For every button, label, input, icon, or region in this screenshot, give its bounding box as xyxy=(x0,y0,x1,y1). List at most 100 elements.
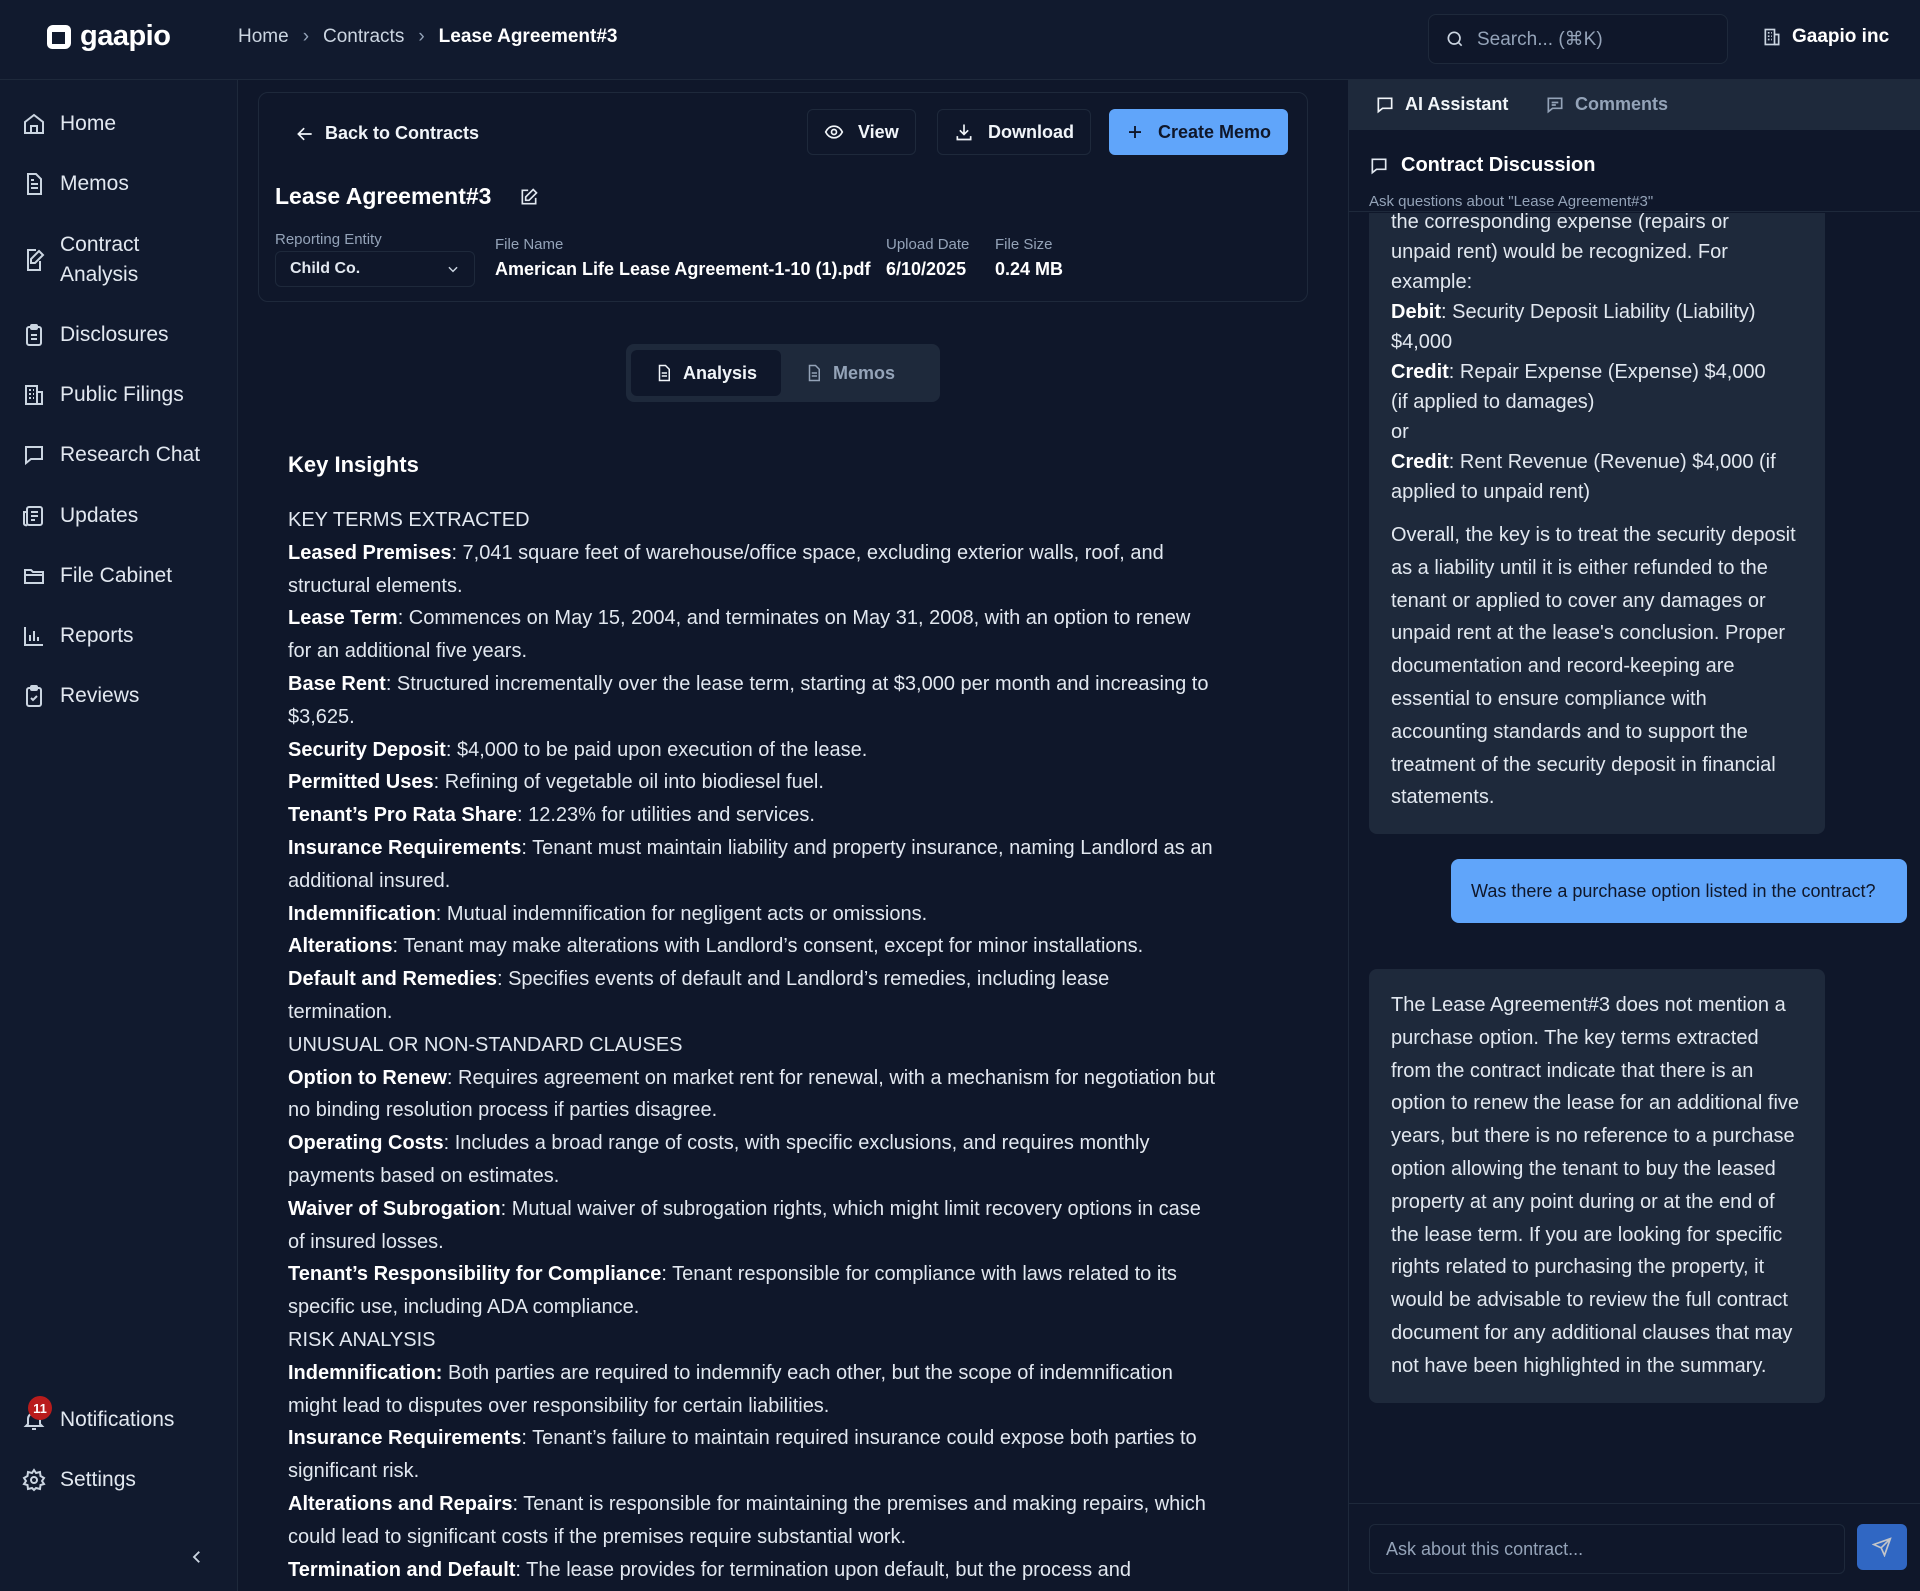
newspaper-icon xyxy=(23,506,43,527)
insight-text: : Mutual waiver of subrogation rights, w… xyxy=(500,1197,1201,1220)
assistant-message: The Lease Agreement#3 does not mention a… xyxy=(1369,969,1825,1403)
insight-line: RISK ANALYSIS xyxy=(288,1324,1288,1357)
insight-line: Option to Renew: Requires agreement on m… xyxy=(288,1062,1288,1095)
insight-text: could lead to significant costs if the p… xyxy=(288,1525,907,1548)
insight-text: : Tenant must maintain liability and pro… xyxy=(521,836,1213,859)
sidebar-item-memos[interactable]: Memos xyxy=(22,172,129,196)
tab-memos-label: Memos xyxy=(833,362,896,383)
insight-term: Lease Term xyxy=(288,607,398,630)
sidebar-item-label: Research Chat xyxy=(60,443,201,466)
insight-term: Waiver of Subrogation xyxy=(288,1197,501,1220)
document-title: Lease Agreement#3 xyxy=(275,183,539,210)
insight-text: termination. xyxy=(288,1000,393,1023)
message-line: or xyxy=(1391,421,1409,443)
insight-term: Tenant’s Responsibility for Compliance xyxy=(288,1263,662,1286)
send-icon xyxy=(1872,1537,1892,1557)
discussion-title: Contract Discussion xyxy=(1369,154,1595,177)
chat-input[interactable] xyxy=(1369,1524,1845,1574)
content-tabs: Analysis Memos xyxy=(626,344,940,402)
insight-line: Alterations: Tenant may make alterations… xyxy=(288,930,1288,963)
chevron-right-icon: › xyxy=(302,26,310,47)
insight-term: Permitted Uses xyxy=(288,771,434,794)
sidebar-item-disclosures[interactable]: Disclosures xyxy=(22,323,169,347)
tab-comments[interactable]: Comments xyxy=(1545,94,1668,115)
breadcrumb-contracts[interactable]: Contracts xyxy=(323,26,404,48)
chat-icon xyxy=(1377,97,1393,113)
insight-line: Leased Premises: 7,041 square feet of wa… xyxy=(288,537,1288,570)
tab-analysis[interactable]: Analysis xyxy=(631,350,782,396)
search-box[interactable]: Search... (⌘K) xyxy=(1428,14,1728,64)
breadcrumb-home[interactable]: Home xyxy=(238,26,289,48)
insight-term: Leased Premises xyxy=(288,541,452,564)
view-label: View xyxy=(858,121,899,142)
notification-count-badge: 11 xyxy=(28,1396,52,1420)
edit-icon[interactable] xyxy=(519,187,539,207)
insight-line: Waiver of Subrogation: Mutual waiver of … xyxy=(288,1193,1288,1226)
sidebar-item-public-filings[interactable]: Public Filings xyxy=(22,383,184,407)
debit-label: Debit xyxy=(1391,301,1441,323)
download-button[interactable]: Download xyxy=(937,109,1091,155)
insight-term: Alterations xyxy=(288,935,393,958)
send-button[interactable] xyxy=(1857,1524,1907,1570)
sidebar-item-contract-analysis[interactable]: Contract Analysis xyxy=(22,230,139,290)
search-placeholder: Search... (⌘K) xyxy=(1477,28,1603,50)
building-icon xyxy=(1764,28,1780,46)
insight-text: : Structured incrementally over the leas… xyxy=(385,672,1209,695)
sidebar-item-notifications[interactable]: 11 Notifications xyxy=(22,1396,174,1432)
search-icon xyxy=(1447,31,1463,47)
reporting-entity-select[interactable]: Child Co. xyxy=(275,251,475,287)
collapse-sidebar-button[interactable] xyxy=(188,1548,206,1566)
insight-term: Termination and Default xyxy=(288,1558,516,1581)
insight-term: Base Rent xyxy=(288,672,386,695)
top-bar: gaapio Home › Contracts › Lease Agreemen… xyxy=(0,0,1920,80)
insight-text: : Commences on May 15, 2004, and termina… xyxy=(397,607,1191,630)
sidebar-item-home[interactable]: Home xyxy=(22,112,116,136)
assistant-message: the corresponding expense (repairs or un… xyxy=(1369,213,1825,835)
chat-messages[interactable]: the corresponding expense (repairs or un… xyxy=(1349,213,1920,1503)
insight-line: specific use, including ADA compliance. xyxy=(288,1291,1288,1324)
sidebar-item-reports[interactable]: Reports xyxy=(22,624,134,648)
back-to-contracts-link[interactable]: Back to Contracts xyxy=(295,123,479,144)
view-button[interactable]: View xyxy=(807,109,916,155)
org-switcher[interactable]: Gaapio inc xyxy=(1762,26,1889,48)
sidebar-item-settings[interactable]: Settings xyxy=(22,1468,136,1492)
message-line: Credit: Rent Revenue (Revenue) $4,000 (i… xyxy=(1391,447,1803,477)
message-line: example: xyxy=(1391,271,1473,293)
document-title-text: Lease Agreement#3 xyxy=(275,183,492,209)
logo[interactable]: gaapio xyxy=(44,20,171,53)
insight-line: payments based on estimates. xyxy=(288,1160,1288,1193)
building-icon xyxy=(25,385,43,405)
insight-line: Tenant’s Pro Rata Share: 12.23% for util… xyxy=(288,799,1288,832)
insight-text: : Tenant responsible for compliance with… xyxy=(661,1263,1177,1286)
insight-text: significant risk. xyxy=(288,1460,420,1483)
file-name-value: American Life Lease Agreement-1-10 (1).p… xyxy=(495,259,871,279)
file-size-value: 0.24 MB xyxy=(995,259,1064,279)
create-memo-button[interactable]: Create Memo xyxy=(1109,109,1289,155)
tab-ai-assistant-label: AI Assistant xyxy=(1405,94,1509,114)
document-icon xyxy=(658,364,670,382)
insight-term: Option to Renew xyxy=(288,1066,447,1089)
user-message: Was there a purchase option listed in th… xyxy=(1451,859,1907,923)
sidebar-item-research-chat[interactable]: Research Chat xyxy=(22,443,200,467)
back-label: Back to Contracts xyxy=(325,123,480,143)
credit-label: Credit xyxy=(1391,451,1449,473)
sidebar-item-updates[interactable]: Updates xyxy=(22,504,138,528)
insight-line: significant risk. xyxy=(288,1455,1288,1488)
insight-text: structural elements. xyxy=(288,574,463,597)
chevron-down-icon xyxy=(448,266,458,273)
sidebar-item-label: Reports xyxy=(60,624,134,647)
sidebar-item-reviews[interactable]: Reviews xyxy=(22,684,139,708)
sidebar-item-label: Settings xyxy=(60,1468,136,1491)
insight-line: Indemnification: Both parties are requir… xyxy=(288,1357,1288,1390)
insight-text: Both parties are required to indemnify e… xyxy=(442,1361,1173,1384)
tab-memos[interactable]: Memos xyxy=(781,350,919,396)
sidebar-item-file-cabinet[interactable]: File Cabinet xyxy=(22,564,172,588)
tab-ai-assistant[interactable]: AI Assistant xyxy=(1375,94,1508,115)
chat-composer xyxy=(1349,1503,1920,1591)
message-line: $4,000 xyxy=(1391,331,1453,353)
debit-text: : Security Deposit Liability (Liability) xyxy=(1441,301,1756,323)
insight-line: Default and Remedies: Specifies events o… xyxy=(288,963,1288,996)
discussion-subtitle: Ask questions about "Lease Agreement#3" xyxy=(1369,193,1654,210)
bar-chart-icon xyxy=(24,627,43,646)
clipboard-icon xyxy=(26,324,42,346)
